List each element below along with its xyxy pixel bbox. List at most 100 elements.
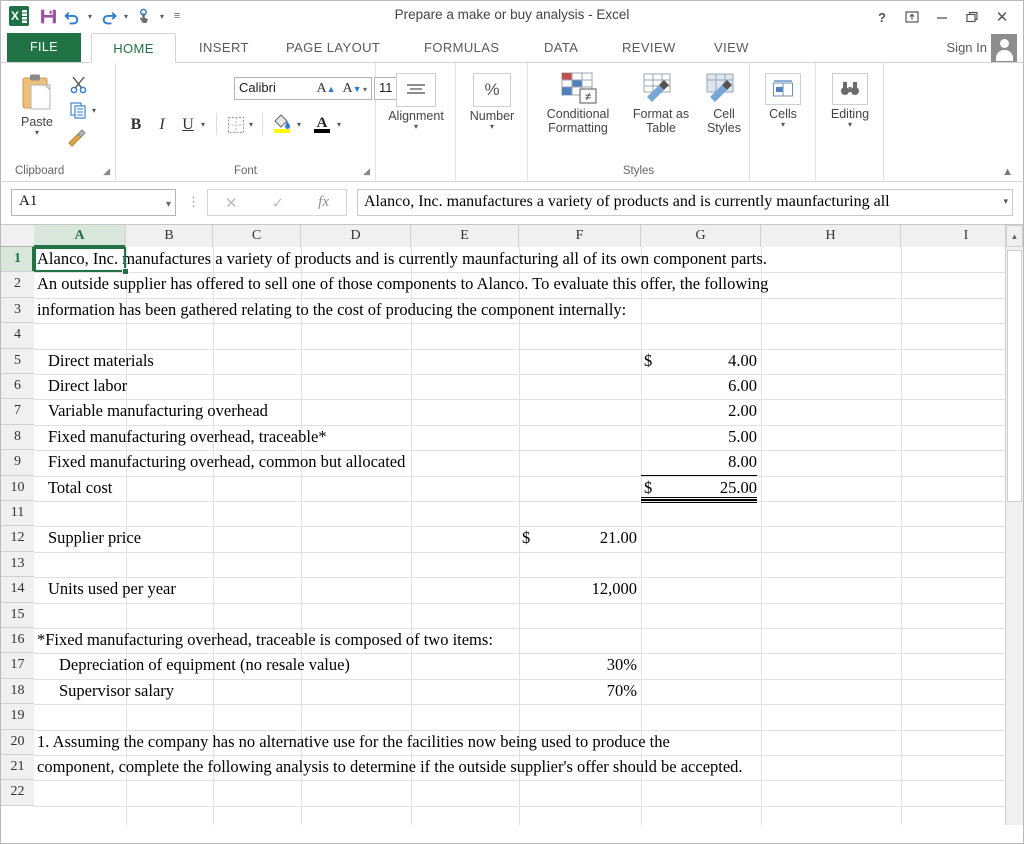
column-header-d[interactable]: D [301,225,411,247]
format-painter-icon[interactable] [65,125,89,149]
borders-dropdown-icon[interactable]: ▾ [246,113,256,135]
name-box[interactable]: A1 ▾ [11,189,176,216]
help-button[interactable]: ? [867,4,897,30]
column-header-h[interactable]: H [761,225,901,247]
cell-F14[interactable]: 12,000 [519,578,637,601]
cell-A17[interactable]: Depreciation of equipment (no resale val… [59,654,350,677]
tab-file[interactable]: FILE [7,33,81,62]
ribbon-display-options-icon[interactable] [897,4,927,30]
paste-dropdown-icon[interactable]: ▾ [35,129,39,137]
fill-color-dropdown-icon[interactable]: ▾ [294,113,304,135]
minimize-button[interactable] [927,4,957,30]
expand-formula-bar-icon[interactable]: ▾ [1003,196,1008,207]
cell-G5[interactable]: 4.00 [641,350,757,373]
row-header-12[interactable]: 12 [1,526,34,552]
cell-F18[interactable]: 70% [519,680,637,703]
row-header-8[interactable]: 8 [1,424,34,451]
cells-area[interactable]: Alanco, Inc. manufactures a variety of p… [34,247,1005,825]
column-header-g[interactable]: G [641,225,761,247]
cell-A10[interactable]: Total cost [48,477,112,500]
row-header-16[interactable]: 16 [1,628,34,654]
cell-A12[interactable]: Supplier price [48,527,141,550]
cut-scissors-icon[interactable] [67,73,91,97]
cell-F12[interactable]: 21.00 [519,527,637,550]
cell-A7[interactable]: Variable manufacturing overhead [48,400,268,423]
tab-formulas[interactable]: FORMULAS [411,33,512,62]
format-as-table-button[interactable]: Format as Table [624,71,698,135]
column-header-e[interactable]: E [411,225,519,247]
confirm-entry-icon[interactable]: ✓ [272,194,285,212]
copy-icon[interactable] [67,99,91,123]
alignment-dropdown-icon[interactable]: ▾ [414,123,418,131]
cell-G9[interactable]: 8.00 [641,451,757,476]
font-color-icon[interactable]: A [310,111,334,135]
cell-A5[interactable]: Direct materials [48,350,154,373]
cell-A16[interactable]: *Fixed manufacturing overhead, traceable… [37,629,493,652]
sign-in-link[interactable]: Sign In [947,33,987,62]
row-header-20[interactable]: 20 [1,729,34,755]
restore-button[interactable] [957,4,987,30]
cell-F17[interactable]: 30% [519,654,637,677]
column-header-c[interactable]: C [213,225,301,247]
borders-icon[interactable] [224,113,248,137]
row-header-2[interactable]: 2 [1,272,34,298]
cell-A2[interactable]: An outside supplier has offered to sell … [37,273,768,296]
cell-G8[interactable]: 5.00 [641,426,757,449]
row-header-18[interactable]: 18 [1,678,34,705]
row-header-7[interactable]: 7 [1,399,34,425]
tab-home[interactable]: HOME [91,33,176,63]
row-header-9[interactable]: 9 [1,450,34,476]
row-header-3[interactable]: 3 [1,297,34,324]
user-avatar-icon[interactable] [991,34,1017,62]
row-header-13[interactable]: 13 [1,551,34,578]
scrollbar-thumb[interactable] [1007,250,1022,502]
alignment-button[interactable]: Alignment ▾ [388,73,444,131]
row-header-1[interactable]: 1 [1,247,34,273]
formula-input[interactable]: Alanco, Inc. manufactures a variety of p… [357,189,1013,216]
tab-view[interactable]: VIEW [701,33,762,62]
column-header-a[interactable]: A [34,225,126,247]
underline-dropdown-icon[interactable]: ▾ [198,113,208,135]
collapse-ribbon-chevron-icon[interactable]: ▲ [1002,166,1013,178]
tab-data[interactable]: DATA [531,33,591,62]
column-header-b[interactable]: B [126,225,213,247]
insert-function-icon[interactable]: fx [318,194,329,211]
row-header-15[interactable]: 15 [1,602,34,628]
cell-A18[interactable]: Supervisor salary [59,680,174,703]
cell-G6[interactable]: 6.00 [641,375,757,398]
cell-A9[interactable]: Fixed manufacturing overhead, common but… [48,451,405,474]
cell-A1[interactable]: Alanco, Inc. manufactures a variety of p… [37,248,767,271]
number-button[interactable]: % Number ▾ [469,73,515,131]
conditional-formatting-button[interactable]: ≠ Conditional Formatting [532,71,624,135]
row-header-10[interactable]: 10 [1,475,34,501]
decrease-font-size-icon[interactable]: A ▼ [340,77,364,101]
row-header-5[interactable]: 5 [1,348,34,374]
column-header-f[interactable]: F [519,225,641,247]
cell-A8[interactable]: Fixed manufacturing overhead, traceable* [48,426,327,449]
row-header-19[interactable]: 19 [1,704,34,730]
name-box-dropdown-icon[interactable]: ▾ [166,199,171,210]
editing-button[interactable]: Editing ▾ [826,73,874,129]
cells-button[interactable]: Cells ▾ [760,73,806,129]
italic-button[interactable]: I [150,113,174,137]
fill-handle[interactable] [122,268,129,276]
close-button[interactable]: ✕ [987,4,1017,30]
tab-insert[interactable]: INSERT [186,33,262,62]
row-header-22[interactable]: 22 [1,780,34,806]
row-header-11[interactable]: 11 [1,501,34,527]
underline-button[interactable]: U [176,113,200,137]
editing-dropdown-icon[interactable]: ▾ [848,121,852,129]
font-dialog-launcher[interactable]: ◢ [363,166,370,177]
row-header-17[interactable]: 17 [1,653,34,679]
tab-review[interactable]: REVIEW [609,33,689,62]
scroll-up-arrow-icon[interactable]: ▲ [1006,225,1023,247]
cell-A14[interactable]: Units used per year [48,578,176,601]
row-header-21[interactable]: 21 [1,755,34,781]
row-header-4[interactable]: 4 [1,323,34,349]
row-header-6[interactable]: 6 [1,374,34,400]
paste-button[interactable]: Paste ▾ [11,73,63,137]
bold-button[interactable]: B [124,113,148,137]
tab-page-layout[interactable]: PAGE LAYOUT [273,33,393,62]
cell-styles-button[interactable]: Cell Styles [696,71,752,135]
cell-A6[interactable]: Direct labor [48,375,127,398]
